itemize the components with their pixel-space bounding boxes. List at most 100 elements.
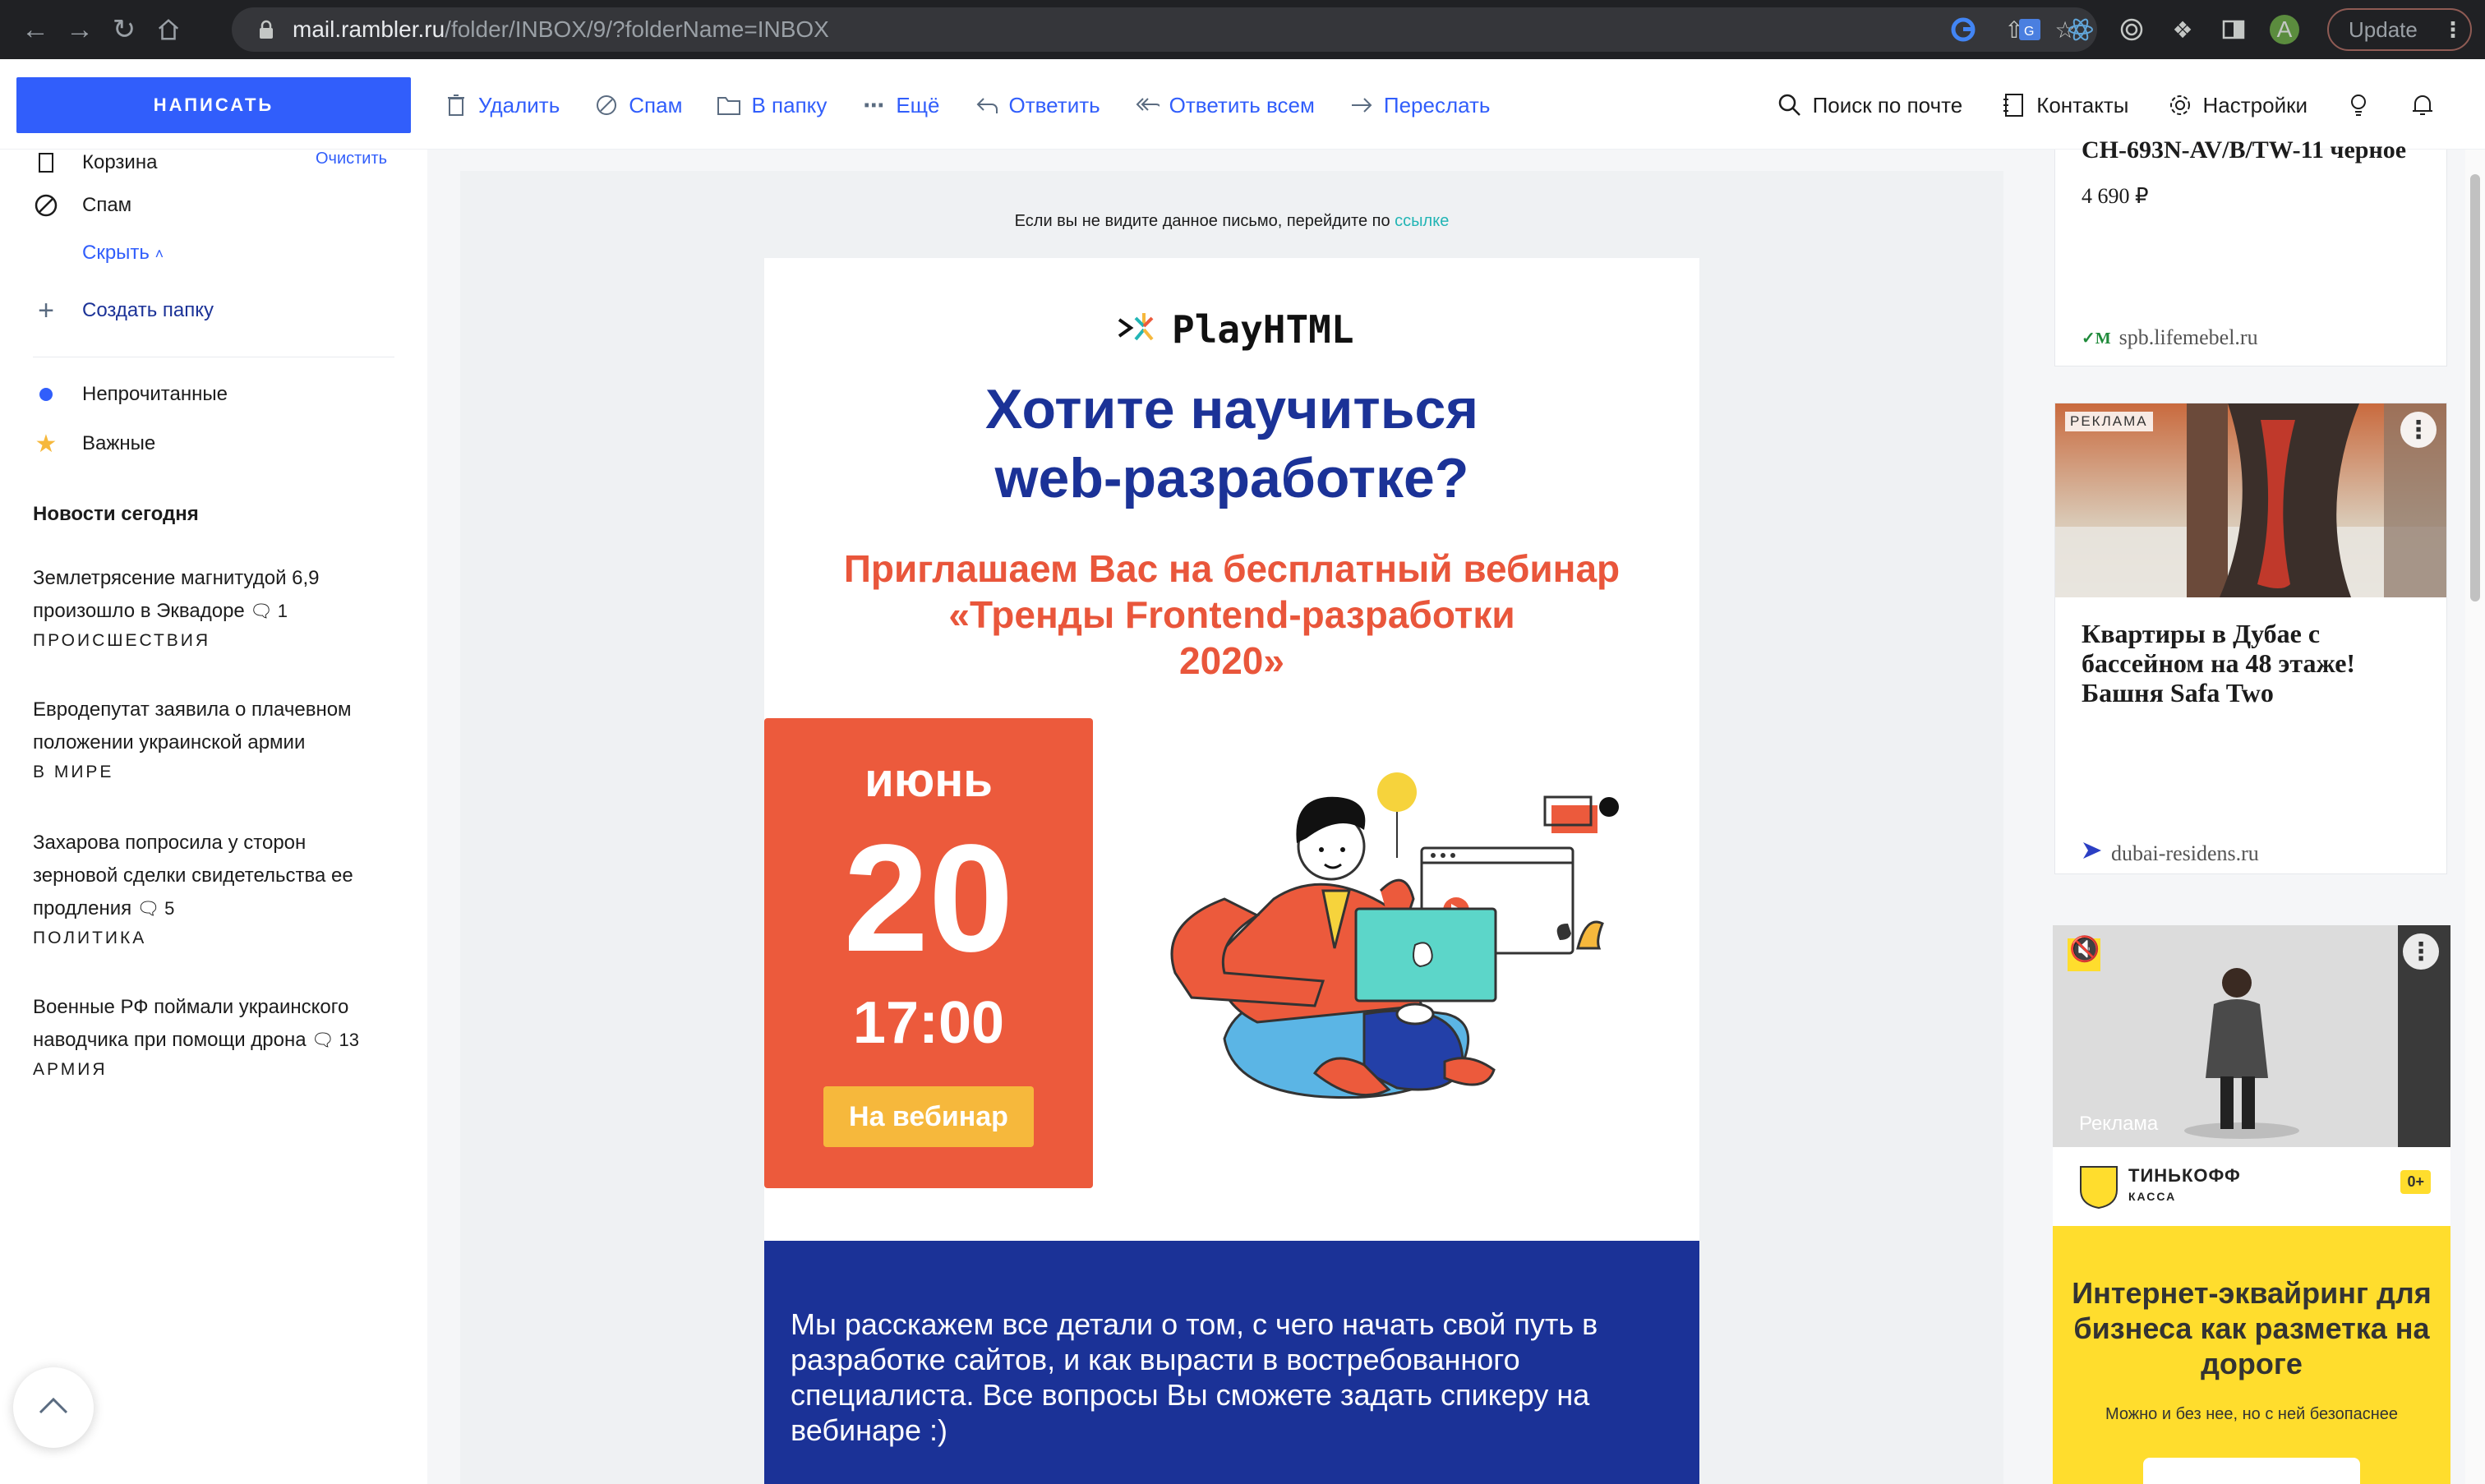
reply-all-icon xyxy=(1135,93,1160,118)
ad-menu-icon[interactable]: ⋮ xyxy=(2400,412,2437,448)
side-panel-icon[interactable] xyxy=(2219,15,2248,44)
lock-icon xyxy=(250,13,283,46)
target-extension-icon[interactable] xyxy=(2117,15,2146,44)
ad-card[interactable]: РЕКЛАМА ⋮ Квартиры в Дубае с бассейном н… xyxy=(2054,403,2447,874)
sidebar-item-trash[interactable]: Корзина xyxy=(33,150,157,176)
sidebar-item-spam[interactable]: Спам xyxy=(33,192,131,219)
forward-icon[interactable]: → xyxy=(58,7,102,52)
url-path: /folder/INBOX/9/?folderName=INBOX xyxy=(445,16,829,42)
ad-price: 4 690 ₽ xyxy=(2082,184,2149,208)
filter-unread[interactable]: Непрочитанные xyxy=(33,381,228,408)
update-label: Update xyxy=(2349,16,2418,42)
page-scrollbar[interactable] xyxy=(2465,150,2485,1484)
news-section-title: Новости сегодня xyxy=(33,503,199,525)
reply-all-button[interactable]: Ответить всем xyxy=(1135,93,1315,118)
ad-brand: ТИНЬКОФФ xyxy=(2128,1165,2241,1186)
sidebar-item-label: Спам xyxy=(82,194,132,216)
email-headline: Хотите научиться web-разработке? xyxy=(764,375,1699,513)
news-item[interactable]: Военные РФ поймали украинского наводчика… xyxy=(33,991,394,1080)
email-letter: PlayHTML Хотите научиться web-разработке… xyxy=(764,258,1699,1484)
google-icon[interactable] xyxy=(1949,16,1977,44)
ad-source-text: spb.lifemebel.ru xyxy=(2118,325,2258,349)
hide-label: Скрыть xyxy=(82,242,150,264)
ad-label: РЕКЛАМА xyxy=(2065,412,2153,431)
ad-note: Можно и без нее, но с ней безопаснее xyxy=(2105,1405,2399,1423)
bell-icon xyxy=(2409,92,2436,118)
create-folder-label: Создать папку xyxy=(82,299,214,321)
hide-folders-link[interactable]: Скрыть ˄ xyxy=(82,242,164,265)
preheader-link[interactable]: ссылке xyxy=(1395,212,1449,230)
news-item[interactable]: Евродепутат заявила о плачевном положени… xyxy=(33,694,394,782)
spam-label: Спам xyxy=(629,92,683,118)
url-host: mail.rambler.ru xyxy=(293,16,445,42)
mail-search-button[interactable]: Поиск по почте xyxy=(1777,92,1963,118)
playhtml-logo-icon xyxy=(1116,308,1159,352)
tinkoff-crest-icon xyxy=(2079,1165,2118,1214)
ad-card[interactable]: СН-693N-AV/B/TW-11 черное 4 690 ₽ ✓M spb… xyxy=(2054,136,2447,366)
email-description: Мы расскажем все детали о том, с чего на… xyxy=(791,1307,1598,1447)
news-text: Военные РФ поймали украинского наводчика… xyxy=(33,996,349,1051)
comment-icon: 🗨 xyxy=(249,601,273,621)
webinar-cta-button[interactable]: На вебинар xyxy=(823,1086,1034,1147)
tips-button[interactable] xyxy=(2345,92,2372,118)
move-to-folder-label: В папку xyxy=(751,92,828,118)
clean-trash-link[interactable]: Очистить xyxy=(316,150,387,168)
filter-label: Непрочитанные xyxy=(82,383,228,405)
video-ad[interactable]: ⋮ 🔇 Реклама ТИНЬКОФФ КАССА 0+ Интернет-э… xyxy=(2053,925,2450,1484)
reload-icon[interactable]: ↻ xyxy=(102,7,146,52)
arrow-logo-icon xyxy=(2082,841,2103,866)
ad-video[interactable]: ⋮ 🔇 Реклама xyxy=(2053,925,2450,1147)
tinkoff-header: ТИНЬКОФФ КАССА 0+ xyxy=(2053,1147,2450,1226)
filter-important[interactable]: ★ Важные xyxy=(33,431,156,458)
spam-button[interactable]: Спам xyxy=(594,93,682,118)
translate-extension-icon[interactable]: G xyxy=(2015,15,2045,44)
brand-logo: PlayHTML xyxy=(1116,307,1354,352)
scroll-to-top-button[interactable] xyxy=(13,1367,94,1448)
notifications-button[interactable] xyxy=(2409,92,2436,118)
forward-label: Переслать xyxy=(1383,92,1491,118)
address-bar[interactable]: mail.rambler.ru/folder/INBOX/9/?folderNa… xyxy=(232,7,2097,52)
ad-source-text: dubai-residens.ru xyxy=(2111,841,2259,865)
tinkoff-banner: Интернет-эквайринг для бизнеса как разме… xyxy=(2053,1226,2450,1484)
mute-icon[interactable]: 🔇 xyxy=(2069,935,2100,964)
create-folder-button[interactable]: + Создать папку xyxy=(33,295,214,326)
scrollbar-thumb[interactable] xyxy=(2470,174,2480,601)
home-icon[interactable] xyxy=(146,7,191,52)
extensions-puzzle-icon[interactable]: ❖ xyxy=(2168,15,2197,44)
compose-button[interactable]: НАПИСАТЬ xyxy=(16,77,411,133)
reply-label: Ответить xyxy=(1008,92,1100,118)
move-to-folder-button[interactable]: В папку xyxy=(717,93,827,118)
settings-button[interactable]: Настройки xyxy=(2167,92,2308,118)
news-item[interactable]: Захарова попросила у сторон зерновой сде… xyxy=(33,827,394,948)
back-icon[interactable]: ← xyxy=(13,7,58,52)
ad-menu-icon[interactable]: ⋮ xyxy=(2403,933,2439,970)
forward-button[interactable]: Переслать xyxy=(1349,92,1491,118)
ad-source[interactable]: ✓M spb.lifemebel.ru xyxy=(2082,325,2258,350)
sidebar-item-label: Корзина xyxy=(82,151,158,173)
search-label: Поиск по почте xyxy=(1812,92,1963,118)
news-category: ПРОИСШЕСТВИЯ xyxy=(33,631,211,650)
news-item[interactable]: Землетрясение магнитудой 6,9 произошло в… xyxy=(33,562,394,651)
more-button[interactable]: ⋯ Ещё xyxy=(861,93,939,118)
profile-avatar[interactable]: A xyxy=(2270,15,2299,44)
url-text[interactable]: mail.rambler.ru/folder/INBOX/9/?folderNa… xyxy=(293,16,829,43)
subhead-line: Приглашаем Вас на бесплатный вебинар xyxy=(843,547,1621,590)
react-devtools-icon[interactable] xyxy=(2066,15,2095,44)
update-button[interactable]: Update ⋮ xyxy=(2327,8,2472,51)
email-subhead: Приглашаем Вас на бесплатный вебинар «Тр… xyxy=(814,546,1650,684)
contacts-button[interactable]: Контакты xyxy=(2000,92,2129,118)
news-text: Евродепутат заявила о плачевном положени… xyxy=(33,698,352,754)
ad-source[interactable]: dubai-residens.ru xyxy=(2082,841,2259,866)
preheader-text: Если вы не видите данное письмо, перейди… xyxy=(1014,212,1390,230)
comment-count: 5 xyxy=(164,898,175,919)
reply-button[interactable]: Ответить xyxy=(975,93,1100,118)
delete-button[interactable]: Удалить xyxy=(444,93,560,118)
ad-cta-button[interactable] xyxy=(2143,1458,2360,1484)
folder-icon xyxy=(717,93,741,118)
ad-title: СН-693N-AV/B/TW-11 черное xyxy=(2082,136,2407,164)
subhead-line: 2020» xyxy=(1179,639,1284,682)
avatar: A xyxy=(2270,15,2299,44)
contacts-book-icon xyxy=(2000,92,2026,118)
age-rating-badge: 0+ xyxy=(2400,1170,2431,1194)
headline-line: Хотите научиться xyxy=(984,378,1478,440)
